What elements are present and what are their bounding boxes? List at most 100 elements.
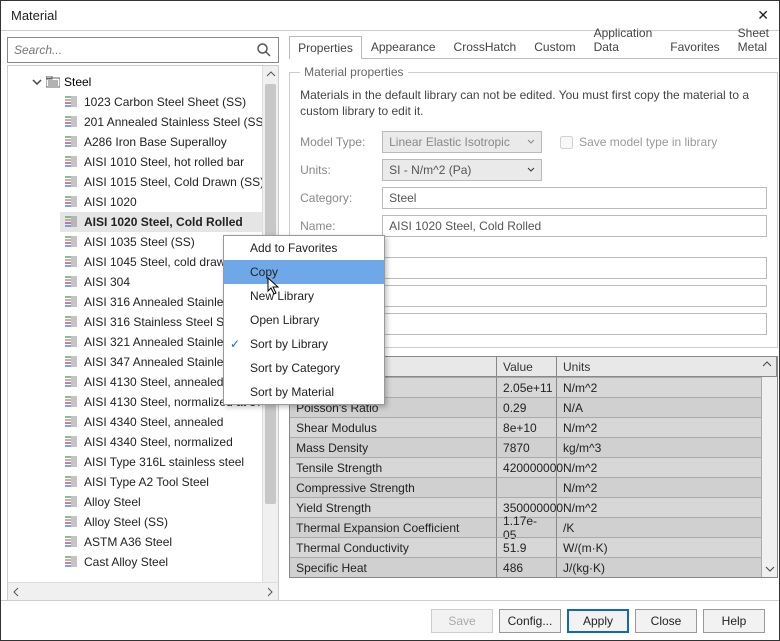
tree-item-label: AISI 316 Stainless Steel She [84, 315, 237, 329]
search-input[interactable] [14, 43, 256, 57]
grid-head-value[interactable]: Value [497, 357, 557, 376]
scroll-left-icon[interactable] [12, 587, 22, 597]
tab-application-data[interactable]: Application Data [585, 21, 662, 58]
grid-row[interactable]: Tensile Strength420000000N/m^2 [290, 457, 777, 477]
tree-item[interactable]: Alloy Steel (SS) [60, 512, 278, 532]
tree-item[interactable]: AISI 1010 Steel, hot rolled bar [60, 152, 278, 172]
tree-group-steel[interactable]: Steel [32, 72, 278, 92]
titlebar: Material ✕ [1, 1, 779, 31]
material-icon [64, 515, 78, 529]
chevron-down-icon[interactable] [32, 77, 42, 87]
tree-item-label: AISI 1010 Steel, hot rolled bar [84, 155, 244, 169]
menu-open-library[interactable]: Open Library [224, 308, 384, 332]
grid-row[interactable]: Thermal Expansion Coefficient1.17e-05/K [290, 517, 777, 537]
tab-properties[interactable]: Properties [289, 36, 362, 59]
save-model-type-checkbox[interactable]: Save model type in library [560, 135, 717, 149]
grid-scrollbar[interactable] [761, 377, 777, 577]
tree-item[interactable]: AISI 1020 Steel, Cold Rolled [60, 212, 278, 232]
tree-item[interactable]: AISI 1015 Steel, Cold Drawn (SS) [60, 172, 278, 192]
tree-item[interactable]: AISI Type A2 Tool Steel [60, 472, 278, 492]
tree-item-label: 201 Annealed Stainless Steel (SS) [84, 115, 267, 129]
grid-cell-prop: Tensile Strength [290, 457, 497, 477]
tab-favorites[interactable]: Favorites [661, 35, 728, 58]
context-menu: Add to FavoritesCopyNew LibraryOpen Libr… [223, 235, 385, 405]
tab-crosshatch[interactable]: CrossHatch [445, 35, 526, 58]
tree-item[interactable]: AISI 1020 [60, 192, 278, 212]
grid-cell-value[interactable]: 8e+10 [497, 417, 557, 437]
grid-row[interactable]: Mass Density7870kg/m^3 [290, 437, 777, 457]
tree-item[interactable]: 1023 Carbon Steel Sheet (SS) [60, 92, 278, 112]
model-type-dropdown[interactable]: Linear Elastic Isotropic [382, 131, 542, 153]
fieldset-legend: Material properties [300, 65, 407, 79]
tree-item[interactable]: AISI 4340 Steel, annealed [60, 412, 278, 432]
grid-head-units[interactable]: Units [557, 357, 777, 376]
grid-cell-prop: Yield Strength [290, 497, 497, 517]
chevron-down-icon[interactable] [765, 565, 775, 575]
name-field[interactable]: AISI 1020 Steel, Cold Rolled [382, 215, 767, 237]
grid-row[interactable]: Specific Heat486J/(kg·K) [290, 557, 777, 577]
menu-sort-by-library[interactable]: ✓Sort by Library [224, 332, 384, 356]
tree-item-label: AISI 1020 Steel, Cold Rolled [84, 215, 243, 229]
menu-sort-by-category[interactable]: Sort by Category [224, 356, 384, 380]
grid-row[interactable]: Thermal Conductivity51.9W/(m·K) [290, 537, 777, 557]
tree-item[interactable]: AISI 4340 Steel, normalized [60, 432, 278, 452]
menu-sort-by-material[interactable]: Sort by Material [224, 380, 384, 404]
main-content: Steel 1023 Carbon Steel Sheet (SS) 201 An… [1, 31, 779, 601]
help-button[interactable]: Help [703, 609, 765, 633]
material-icon [64, 355, 78, 369]
menu-add-to-favorites[interactable]: Add to Favorites [224, 236, 384, 260]
tree-item-label: Alloy Steel [84, 495, 141, 509]
save-button: Save [431, 609, 493, 633]
grid-cell-value[interactable]: 0.29 [497, 397, 557, 417]
tree-item[interactable]: A286 Iron Base Superalloy [60, 132, 278, 152]
grid-cell-value[interactable]: 51.9 [497, 537, 557, 557]
tree-item[interactable]: 201 Annealed Stainless Steel (SS) [60, 112, 278, 132]
grid-cell-value[interactable]: 2.05e+11 [497, 377, 557, 397]
tree-hscrollbar[interactable] [8, 582, 278, 600]
grid-cell-value[interactable]: 7870 [497, 437, 557, 457]
config-button[interactable]: Config... [499, 609, 561, 633]
footer-buttons: Save Config... Apply Close Help [1, 600, 779, 640]
scroll-up-icon[interactable] [266, 70, 276, 78]
apply-button[interactable]: Apply [567, 609, 629, 633]
grid-cell-unit: N/m^2 [557, 417, 777, 437]
grid-row[interactable]: Compressive StrengthN/m^2 [290, 477, 777, 497]
category-label: Category: [300, 191, 374, 205]
grid-cell-value[interactable]: 1.17e-05 [497, 517, 557, 537]
tab-appearance[interactable]: Appearance [362, 35, 445, 58]
tab-custom[interactable]: Custom [525, 35, 584, 58]
grid-row[interactable]: Shear Modulus8e+10N/m^2 [290, 417, 777, 437]
search-box[interactable] [7, 37, 279, 63]
tree-item-label: AISI 316 Annealed Stainless [84, 295, 235, 309]
grid-cell-value[interactable] [497, 477, 557, 497]
tab-sheet-metal[interactable]: Sheet Metal [729, 21, 778, 58]
tree-item[interactable]: ASTM A36 Steel [60, 532, 278, 552]
tree-item[interactable]: Alloy Steel [60, 492, 278, 512]
grid-cell-value[interactable]: 486 [497, 557, 557, 577]
grid-cell-prop: Thermal Expansion Coefficient [290, 517, 497, 537]
units-dropdown[interactable]: SI - N/m^2 (Pa) [382, 159, 542, 181]
menu-new-library[interactable]: New Library [224, 284, 384, 308]
category-field[interactable]: Steel [382, 187, 767, 209]
grid-cell-unit: N/A [557, 397, 777, 417]
tree-item[interactable]: AISI Type 316L stainless steel [60, 452, 278, 472]
scroll-right-icon[interactable] [264, 587, 274, 597]
menu-copy[interactable]: Copy [224, 260, 384, 284]
material-icon [64, 215, 78, 229]
grid-cell-unit: N/m^2 [557, 497, 777, 517]
grid-cell-prop: Compressive Strength [290, 477, 497, 497]
tree-item[interactable]: Cast Alloy Steel [60, 552, 278, 572]
check-icon: ✓ [230, 337, 240, 351]
grid-cell-unit: W/(m·K) [557, 537, 777, 557]
tree-item-label: AISI 1035 Steel (SS) [84, 235, 195, 249]
grid-cell-value[interactable]: 420000000 [497, 457, 557, 477]
tree-item-label: Cast Alloy Steel [84, 555, 168, 569]
material-icon [64, 455, 78, 469]
close-button[interactable]: Close [635, 609, 697, 633]
grid-cell-unit: N/m^2 [557, 457, 777, 477]
grid-cell-prop: Specific Heat [290, 557, 497, 577]
material-icon [64, 315, 78, 329]
grid-cell-unit: /K [557, 517, 777, 537]
search-icon[interactable] [256, 42, 272, 58]
chevron-up-icon[interactable] [762, 360, 772, 370]
